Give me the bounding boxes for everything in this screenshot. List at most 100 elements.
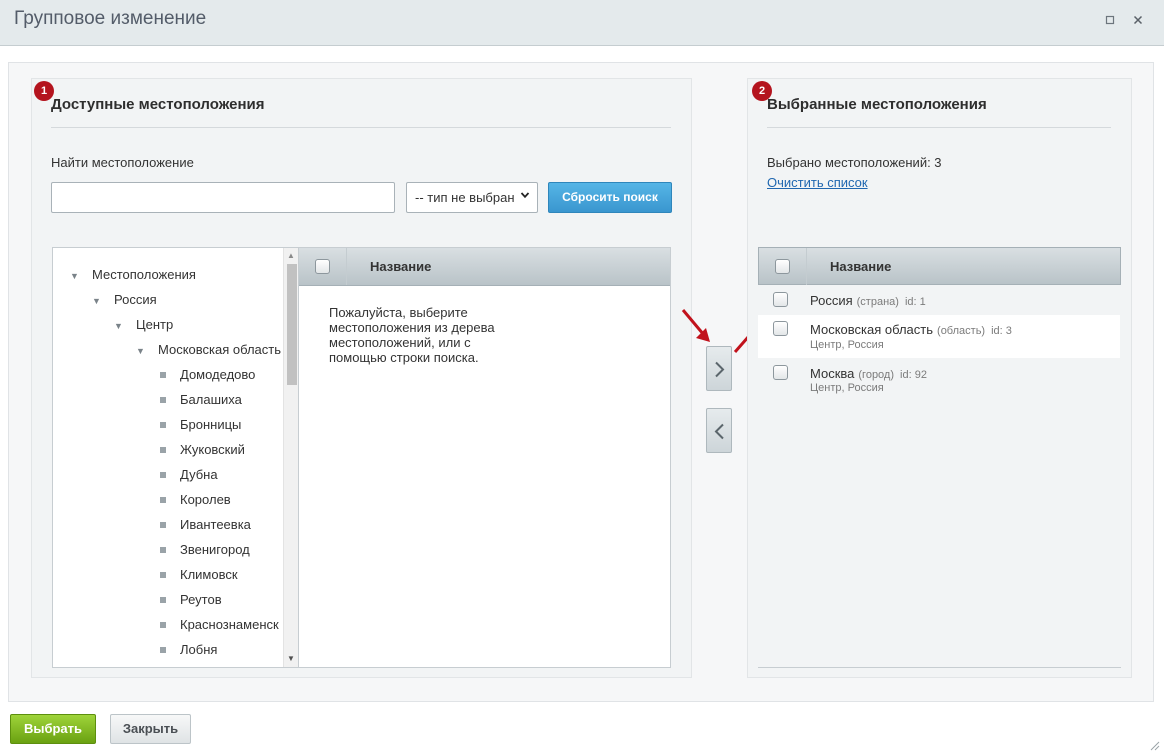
- scrollbar-thumb[interactable]: [287, 264, 297, 385]
- location-type: (страна): [856, 296, 899, 308]
- column-header-name: Название: [830, 259, 892, 274]
- leaf-bullet-icon: [160, 546, 166, 553]
- location-id: id: 3: [991, 325, 1012, 337]
- chevron-left-icon: [714, 423, 724, 440]
- available-grid: Название Пожалуйста, выберите местополож…: [298, 247, 671, 668]
- clear-list-link[interactable]: Очистить список: [767, 175, 868, 190]
- annotation-arrow-icon: [681, 309, 710, 342]
- selected-locations-panel: 2 Выбранные местоположения Выбрано место…: [747, 78, 1132, 678]
- leaf-bullet-icon: [160, 471, 166, 478]
- tree-node[interactable]: ▼ Россия: [92, 292, 157, 307]
- selected-row[interactable]: Москва (город) id: 92 Центр, Россия: [758, 358, 1120, 403]
- tree-node[interactable]: Жуковский: [160, 442, 245, 457]
- tree-node-label: Звенигород: [180, 542, 250, 557]
- tree-node-label: Бронницы: [180, 417, 242, 432]
- tree-node[interactable]: ▼ Центр: [114, 317, 173, 332]
- expand-triangle-icon[interactable]: ▼: [70, 271, 80, 281]
- available-grid-header: Название: [299, 248, 670, 286]
- location-path: Центр, Россия: [810, 382, 884, 394]
- selected-row[interactable]: Россия (страна) id: 1: [758, 285, 1120, 315]
- dialog-titlebar: Групповое изменение: [0, 0, 1164, 46]
- tree-node[interactable]: Реутов: [160, 592, 222, 607]
- scroll-down-icon[interactable]: ▼: [287, 655, 295, 663]
- maximize-icon[interactable]: [1103, 14, 1117, 28]
- selected-row[interactable]: Московская область (область) id: 3 Центр, …: [758, 315, 1120, 358]
- leaf-bullet-icon: [160, 396, 166, 403]
- tree-node[interactable]: ▼ Местоположения: [70, 267, 196, 282]
- row-checkbox[interactable]: [773, 365, 788, 380]
- leaf-bullet-icon: [160, 521, 166, 528]
- tree-node[interactable]: Бронницы: [160, 417, 241, 432]
- tree-node-label: Балашиха: [180, 392, 242, 407]
- type-select[interactable]: -- тип не выбран: [406, 182, 538, 213]
- leaf-bullet-icon: [160, 646, 166, 653]
- resize-grip-icon[interactable]: [1150, 741, 1160, 751]
- search-input[interactable]: [51, 182, 395, 213]
- tree-node-label: Россия: [114, 292, 157, 307]
- empty-grid-message: Пожалуйста, выберите местоположения из д…: [329, 305, 495, 365]
- tree-node[interactable]: ▼ Московская область: [136, 342, 281, 357]
- tree-node-label: Центр: [136, 317, 174, 332]
- remove-from-selected-button[interactable]: [706, 408, 732, 453]
- location-id: id: 92: [900, 369, 927, 381]
- tree-node-label: Климовск: [180, 567, 238, 582]
- close-icon[interactable]: [1131, 14, 1145, 28]
- leaf-bullet-icon: [160, 571, 166, 578]
- tree-node-label: Домодедово: [180, 367, 256, 382]
- reset-search-button[interactable]: Сбросить поиск: [548, 182, 672, 213]
- location-name: Россия: [810, 293, 853, 308]
- tree-node[interactable]: Дубна: [160, 467, 218, 482]
- divider: [767, 127, 1111, 128]
- tree-node[interactable]: Королев: [160, 492, 231, 507]
- select-all-column: [759, 248, 807, 285]
- tree-node-label: Лобня: [180, 642, 218, 657]
- expand-triangle-icon[interactable]: ▼: [114, 321, 124, 331]
- tree-node-label: Реутов: [180, 592, 222, 607]
- selected-count: Выбрано местоположений: 3: [767, 155, 942, 170]
- row-checkbox[interactable]: [773, 321, 788, 336]
- location-type: (область): [937, 325, 986, 337]
- tree-node[interactable]: Ивантеевка: [160, 517, 251, 532]
- location-name: Москва: [810, 366, 855, 381]
- tree-node[interactable]: Краснознаменск: [160, 617, 279, 632]
- add-to-selected-button[interactable]: [706, 346, 732, 391]
- chevron-right-icon: [715, 361, 725, 378]
- leaf-bullet-icon: [160, 596, 166, 603]
- selected-panel-title: Выбранные местоположения: [767, 96, 987, 113]
- row-name: Московская область (область) id: 3: [810, 322, 1012, 337]
- leaf-bullet-icon: [160, 496, 166, 503]
- select-all-checkbox[interactable]: [775, 259, 790, 274]
- search-label: Найти местоположение: [51, 155, 194, 170]
- row-checkbox[interactable]: [773, 292, 788, 307]
- leaf-bullet-icon: [160, 421, 166, 428]
- dialog-title: Групповое изменение: [14, 8, 207, 29]
- selected-grid-header: Название: [758, 247, 1121, 285]
- tree-node-label: Жуковский: [180, 442, 245, 457]
- expand-triangle-icon[interactable]: ▼: [136, 346, 146, 356]
- column-header-name: Название: [370, 259, 432, 274]
- select-all-column: [299, 248, 347, 285]
- available-locations-panel: 1 Доступные местоположения Найти местопо…: [31, 78, 692, 678]
- row-name: Москва (город) id: 92: [810, 366, 927, 381]
- available-panel-title: Доступные местоположения: [51, 96, 265, 113]
- tree-node-label: Ивантеевка: [180, 517, 251, 532]
- tree-scrollbar[interactable]: ▲ ▼: [283, 248, 299, 667]
- dialog-content: 1 Доступные местоположения Найти местопо…: [8, 62, 1154, 702]
- scroll-up-icon[interactable]: ▲: [287, 252, 295, 260]
- tree-node[interactable]: Звенигород: [160, 542, 250, 557]
- location-name: Московская область: [810, 322, 934, 337]
- tree-node[interactable]: Лобня: [160, 642, 217, 657]
- select-all-checkbox[interactable]: [315, 259, 330, 274]
- close-button[interactable]: Закрыть: [110, 714, 191, 744]
- chevron-down-icon: [520, 190, 530, 203]
- tree-node[interactable]: Балашиха: [160, 392, 242, 407]
- tree-node[interactable]: Домодедово: [160, 367, 255, 382]
- select-button[interactable]: Выбрать: [10, 714, 96, 744]
- expand-triangle-icon[interactable]: ▼: [92, 296, 102, 306]
- location-path: Центр, Россия: [810, 339, 884, 351]
- tree-node-label: Местоположения: [92, 267, 196, 282]
- tree-node[interactable]: Климовск: [160, 567, 238, 582]
- leaf-bullet-icon: [160, 371, 166, 378]
- location-id: id: 1: [904, 296, 926, 308]
- row-name: Россия (страна) id: 1: [810, 293, 926, 308]
